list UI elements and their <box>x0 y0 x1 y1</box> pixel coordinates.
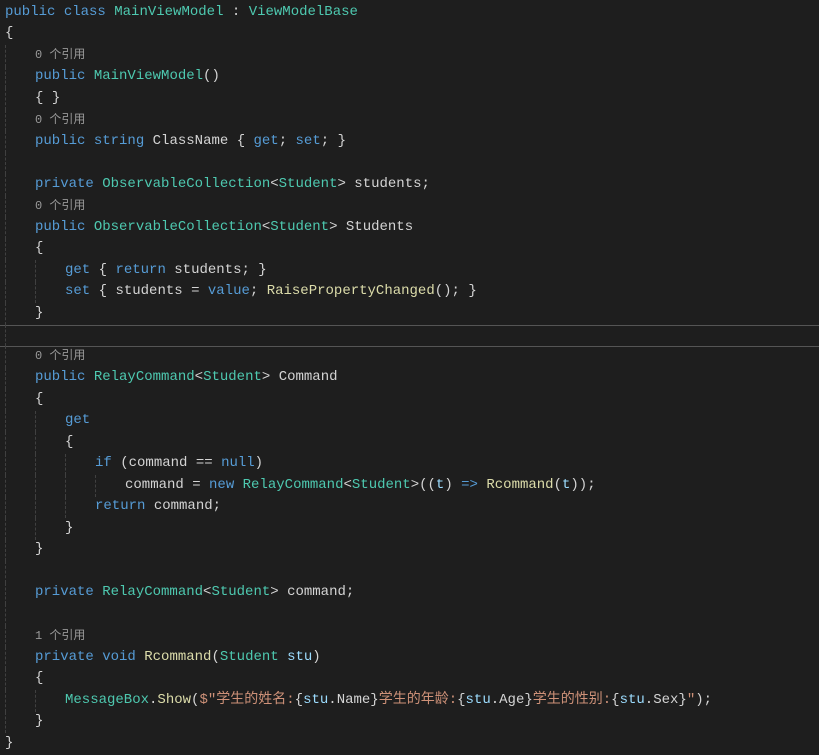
codelens-line[interactable]: 1 个引用 <box>5 626 819 648</box>
codelens-references[interactable]: 0 个引用 <box>35 347 85 366</box>
codelens-line[interactable]: 0 个引用 <box>5 346 819 368</box>
code-line[interactable]: public MainViewModel() <box>5 67 819 89</box>
codelens-line[interactable]: 0 个引用 <box>5 110 819 132</box>
code-line[interactable]: { <box>5 669 819 691</box>
blank-line[interactable] <box>5 604 819 626</box>
codelens-references[interactable]: 1 个引用 <box>35 627 85 646</box>
code-line[interactable]: command = new RelayCommand<Student>((t) … <box>5 475 819 497</box>
code-line[interactable]: return command; <box>5 497 819 519</box>
codelens-references[interactable]: 0 个引用 <box>35 46 85 65</box>
code-line[interactable]: set { students = value; RaisePropertyCha… <box>5 282 819 304</box>
code-line[interactable]: MessageBox.Show($"学生的姓名:{stu.Name}学生的年龄:… <box>5 690 819 712</box>
code-line[interactable]: get <box>5 411 819 433</box>
code-line[interactable]: public class MainViewModel : ViewModelBa… <box>5 2 819 24</box>
code-line[interactable]: public RelayCommand<Student> Command <box>5 368 819 390</box>
codelens-line[interactable]: 0 个引用 <box>5 45 819 67</box>
code-line[interactable]: { <box>5 389 819 411</box>
code-line[interactable]: } <box>5 303 819 325</box>
code-line[interactable]: get { return students; } <box>5 260 819 282</box>
code-line[interactable]: if (command == null) <box>5 454 819 476</box>
code-line[interactable]: { <box>5 239 819 261</box>
code-line[interactable]: private RelayCommand<Student> command; <box>5 583 819 605</box>
blank-line[interactable] <box>5 325 819 347</box>
code-line[interactable]: { } <box>5 88 819 110</box>
codelens-references[interactable]: 0 个引用 <box>35 197 85 216</box>
code-line[interactable]: private void Rcommand(Student stu) <box>5 647 819 669</box>
blank-line[interactable] <box>5 153 819 175</box>
codelens-line[interactable]: 0 个引用 <box>5 196 819 218</box>
code-line[interactable]: { <box>5 24 819 46</box>
code-line[interactable]: private ObservableCollection<Student> st… <box>5 174 819 196</box>
code-editor[interactable]: public class MainViewModel : ViewModelBa… <box>0 0 819 755</box>
code-line[interactable]: } <box>5 712 819 734</box>
code-line[interactable]: public ObservableCollection<Student> Stu… <box>5 217 819 239</box>
codelens-references[interactable]: 0 个引用 <box>35 111 85 130</box>
blank-line[interactable] <box>5 561 819 583</box>
code-line[interactable]: { <box>5 432 819 454</box>
code-line[interactable]: } <box>5 540 819 562</box>
code-line[interactable]: } <box>5 518 819 540</box>
code-line[interactable]: public string ClassName { get; set; } <box>5 131 819 153</box>
code-line[interactable]: } <box>5 733 819 755</box>
